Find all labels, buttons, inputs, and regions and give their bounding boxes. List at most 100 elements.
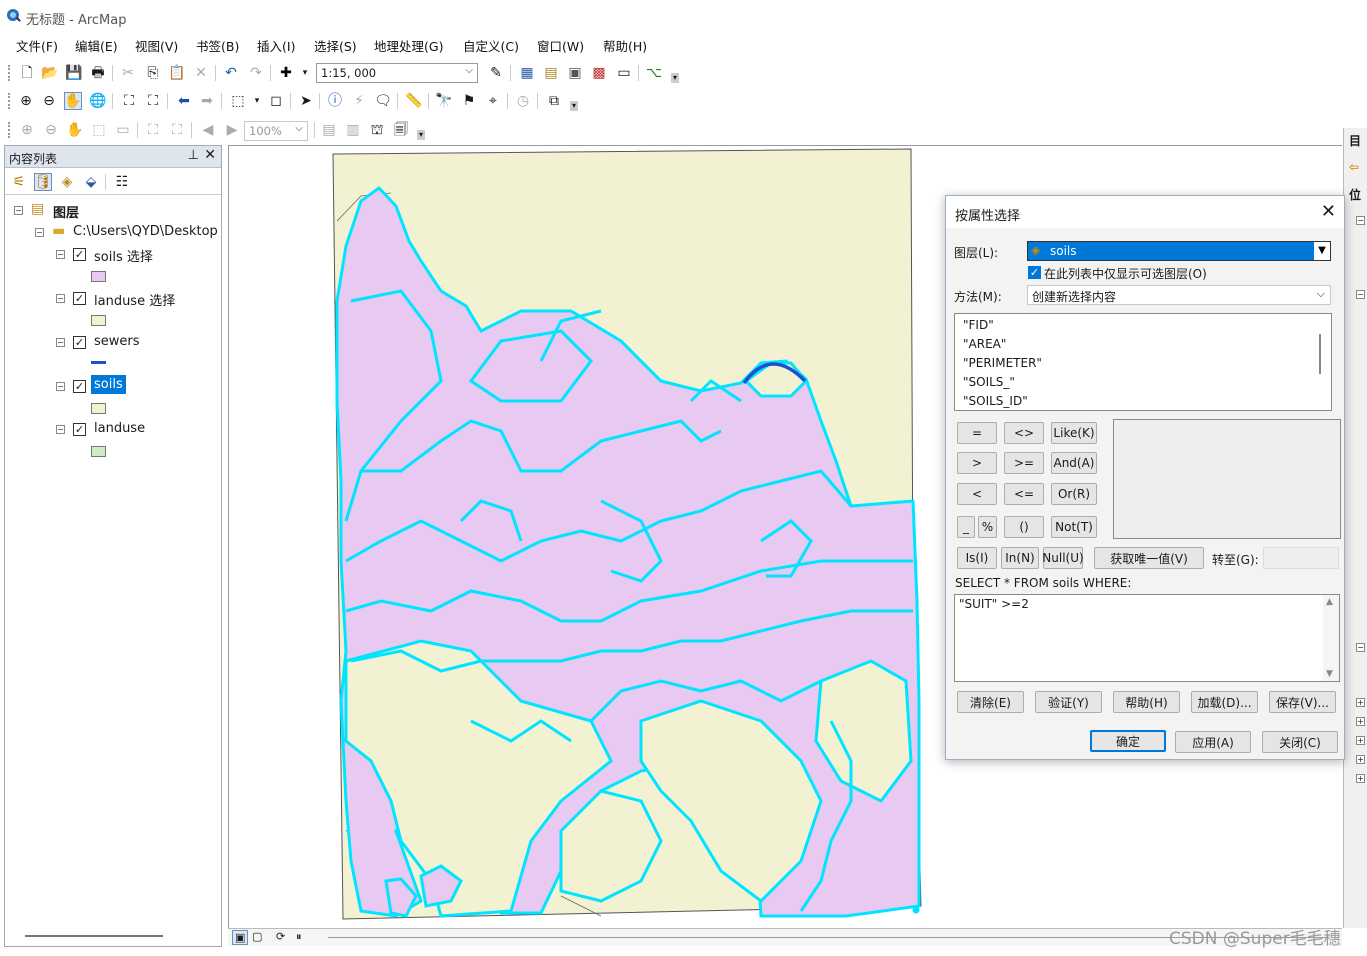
collapse-icon[interactable]: − <box>56 425 65 434</box>
select-elements-icon[interactable]: ➤ <box>297 92 315 110</box>
scroll-up-icon[interactable]: ▲ <box>1326 597 1333 607</box>
toolbar-grip[interactable] <box>8 93 11 109</box>
layout-pan-icon[interactable]: ✋ <box>66 121 84 139</box>
open-folder-icon[interactable]: 📂 <box>41 64 59 82</box>
copy-icon[interactable]: ⎘ <box>144 64 162 82</box>
arctoolbox-icon[interactable]: ▩ <box>590 64 608 82</box>
collapse-icon[interactable]: − <box>1356 290 1365 299</box>
menu-help[interactable]: 帮助(H) <box>603 36 647 55</box>
list-by-visibility-icon[interactable]: ◈ <box>58 173 76 191</box>
measure-icon[interactable]: 📏 <box>405 92 423 110</box>
delete-icon[interactable]: ✕ <box>192 64 210 82</box>
collapse-icon[interactable]: − <box>56 294 65 303</box>
table-window-icon[interactable]: ▦ <box>518 64 536 82</box>
method-select[interactable]: 创建新选择内容 ⌵ <box>1027 285 1331 305</box>
expand-icon[interactable]: + <box>1356 774 1365 783</box>
layer-symbol-swatch[interactable] <box>91 403 106 414</box>
previous-extent-icon[interactable]: ◀ <box>199 121 217 139</box>
layer-select[interactable]: ◈ soils ▼ <box>1027 241 1331 261</box>
layer-symbol-swatch[interactable] <box>91 446 106 457</box>
model-builder-icon[interactable]: ⌥ <box>645 64 663 82</box>
menu-windows[interactable]: 窗口(W) <box>537 36 584 55</box>
next-extent-icon[interactable]: ▶ <box>223 121 241 139</box>
menu-edit[interactable]: 编辑(E) <box>75 36 118 55</box>
op-less-button[interactable]: < <box>957 483 997 505</box>
layout-zoom-combo[interactable]: 100% ⌵ <box>244 121 308 141</box>
line-symbol-swatch[interactable] <box>91 361 106 364</box>
fixed-zoom-out-layout-icon[interactable]: ⛶ <box>168 121 186 139</box>
op-in-button[interactable]: In(N) <box>1001 547 1039 569</box>
layer-visibility-checkbox[interactable]: ✓ <box>73 380 86 393</box>
clear-button[interactable]: 清除(E) <box>957 691 1024 713</box>
toc-layer-landuse-selection[interactable]: landuse 选择 <box>94 290 175 309</box>
pause-drawing-icon[interactable]: ⏸ <box>296 930 302 944</box>
collapse-icon[interactable]: − <box>56 338 65 347</box>
hyperlink-icon[interactable]: ⚡ <box>350 92 368 110</box>
toolbar-overflow-icon[interactable]: ▾ <box>570 101 578 111</box>
save-icon[interactable]: 💾 <box>65 64 83 82</box>
goto-input[interactable] <box>1263 547 1339 569</box>
undo-icon[interactable]: ↶ <box>222 64 240 82</box>
toc-root-label[interactable]: 图层 <box>53 202 79 221</box>
refresh-icon[interactable]: ⟳ <box>276 930 285 943</box>
fixed-zoom-out-icon[interactable]: ⛶ <box>144 92 162 110</box>
layout-zoom-out-icon[interactable]: ⊖ <box>42 121 60 139</box>
field-list-scrollbar[interactable] <box>1319 334 1321 374</box>
dialog-title-bar[interactable]: 按属性选择 ✕ <box>946 196 1344 228</box>
focus-frame-icon[interactable]: ▥ <box>344 121 362 139</box>
redo-icon[interactable]: ↷ <box>247 64 265 82</box>
layer-symbol-swatch[interactable] <box>91 271 106 282</box>
catalog-window-icon[interactable]: ▤ <box>542 64 560 82</box>
close-button[interactable]: 关闭(C) <box>1262 731 1338 753</box>
data-view-icon[interactable]: ▣ <box>232 930 249 945</box>
python-window-icon[interactable]: ▭ <box>615 64 633 82</box>
select-features-icon[interactable]: ⬚ <box>229 92 247 110</box>
op-is-button[interactable]: Is(I) <box>957 547 997 569</box>
toc-horizontal-scrollbar[interactable] <box>25 935 163 937</box>
clear-selection-icon[interactable]: ◻ <box>267 92 285 110</box>
list-by-source-icon[interactable]: 🛢 <box>34 173 52 191</box>
collapse-icon[interactable]: − <box>56 250 65 259</box>
collapse-icon[interactable]: − <box>1356 216 1365 225</box>
field-item[interactable]: "SOILS_" <box>963 375 1015 389</box>
pan-icon[interactable]: ✋ <box>64 92 82 110</box>
search-window-icon[interactable]: ▣ <box>566 64 584 82</box>
zoom-out-icon[interactable]: ⊖ <box>40 92 58 110</box>
op-null-button[interactable]: Null(U) <box>1042 547 1084 569</box>
menu-selection[interactable]: 选择(S) <box>314 36 357 55</box>
scroll-down-icon[interactable]: ▼ <box>1326 669 1333 679</box>
field-item[interactable]: "AREA" <box>963 337 1006 351</box>
expand-icon[interactable]: + <box>1356 755 1365 764</box>
go-to-xy-icon[interactable]: ⌖ <box>484 92 502 110</box>
add-data-dropdown-icon[interactable]: ▾ <box>296 64 314 82</box>
select-dropdown-icon[interactable]: ▾ <box>248 92 266 110</box>
save-button[interactable]: 保存(V)... <box>1269 691 1336 713</box>
load-button[interactable]: 加载(D)... <box>1191 691 1258 713</box>
find-route-icon[interactable]: ⚑ <box>460 92 478 110</box>
zoom-in-icon[interactable]: ⊕ <box>17 92 35 110</box>
menu-file[interactable]: 文件(F) <box>16 36 58 55</box>
list-by-drawing-order-icon[interactable]: ⚟ <box>10 173 28 191</box>
toc-layer-soils[interactable]: soils <box>91 375 126 394</box>
layer-symbol-swatch[interactable] <box>91 315 106 326</box>
op-underscore-button[interactable]: _ <box>957 516 975 538</box>
zoom-100-icon[interactable]: ▭ <box>114 121 132 139</box>
expression-textarea[interactable]: "SUIT" >=2 ▲ ▼ <box>954 594 1340 682</box>
toc-folder-label[interactable]: C:\Users\QYD\Desktop <box>73 224 218 239</box>
ok-button[interactable]: 确定 <box>1090 730 1166 752</box>
forward-extent-icon[interactable]: ➡ <box>198 92 216 110</box>
close-icon[interactable]: ✕ <box>1321 201 1336 222</box>
op-greater-equal-button[interactable]: >= <box>1004 452 1044 474</box>
menu-view[interactable]: 视图(V) <box>135 36 178 55</box>
apply-button[interactable]: 应用(A) <box>1175 731 1251 753</box>
op-equal-button[interactable]: = <box>957 422 997 444</box>
only-selectable-checkbox[interactable]: ✓ <box>1028 266 1041 279</box>
layer-visibility-checkbox[interactable]: ✓ <box>73 336 86 349</box>
toolbar-overflow-icon[interactable]: ▾ <box>671 73 679 83</box>
print-icon[interactable]: 🖶 <box>89 64 107 82</box>
collapse-icon[interactable]: − <box>35 228 44 237</box>
cut-icon[interactable]: ✂ <box>119 64 137 82</box>
fixed-zoom-in-icon[interactable]: ⛶ <box>120 92 138 110</box>
op-not-equal-button[interactable]: <> <box>1004 422 1044 444</box>
toolbar-overflow-icon[interactable]: ▾ <box>417 130 425 140</box>
